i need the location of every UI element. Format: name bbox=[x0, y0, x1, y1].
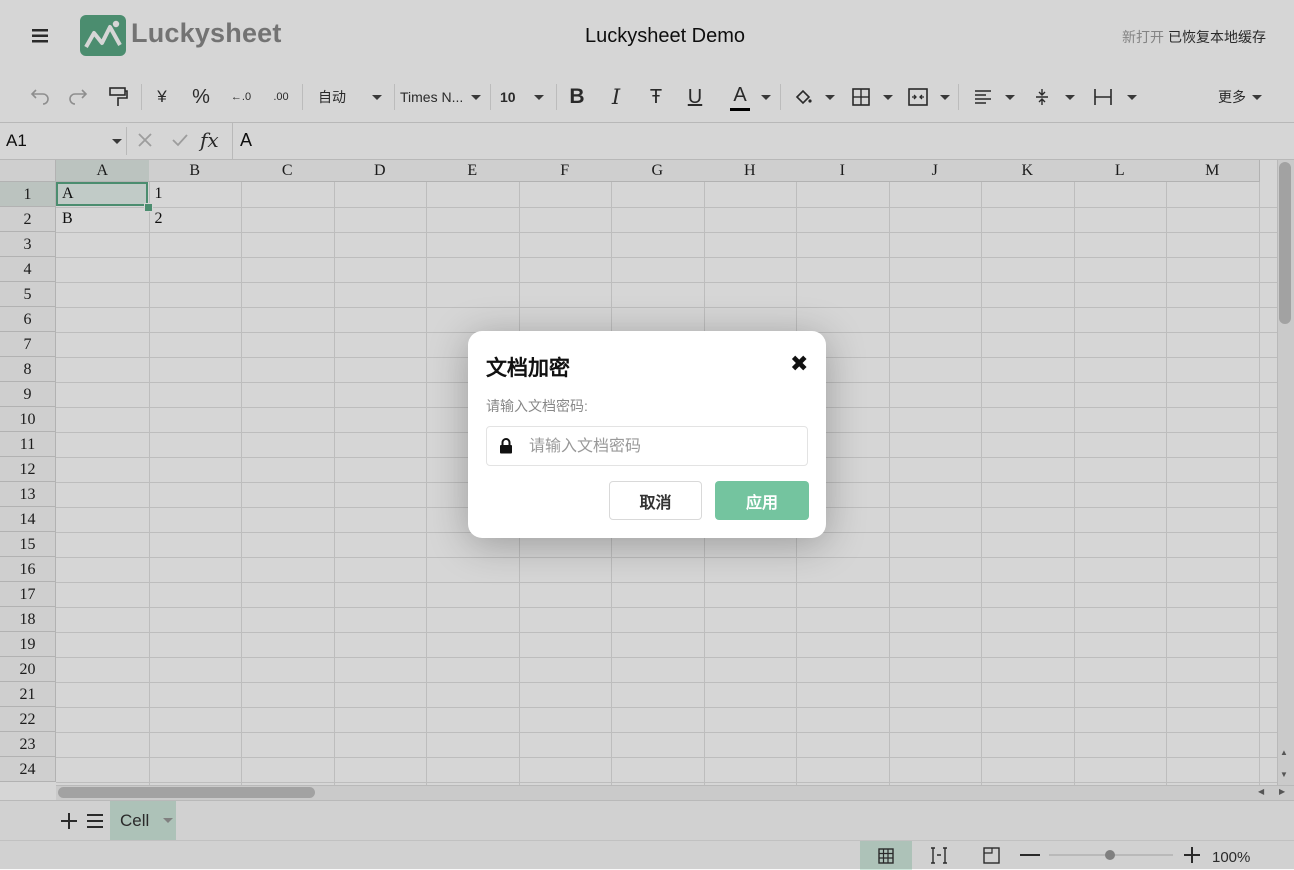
dialog-title: 文档加密 bbox=[486, 357, 570, 380]
apply-button[interactable]: 应用 bbox=[715, 481, 809, 520]
password-input[interactable] bbox=[527, 427, 801, 467]
cancel-button[interactable]: 取消 bbox=[609, 481, 702, 520]
password-field-box bbox=[486, 426, 808, 467]
encrypt-dialog: 文档加密 ✖ 请输入文档密码: 取消 应用 bbox=[468, 331, 826, 538]
lock-icon bbox=[500, 438, 512, 454]
password-prompt: 请输入文档密码: bbox=[486, 398, 588, 414]
close-icon[interactable]: ✖ bbox=[790, 351, 808, 377]
